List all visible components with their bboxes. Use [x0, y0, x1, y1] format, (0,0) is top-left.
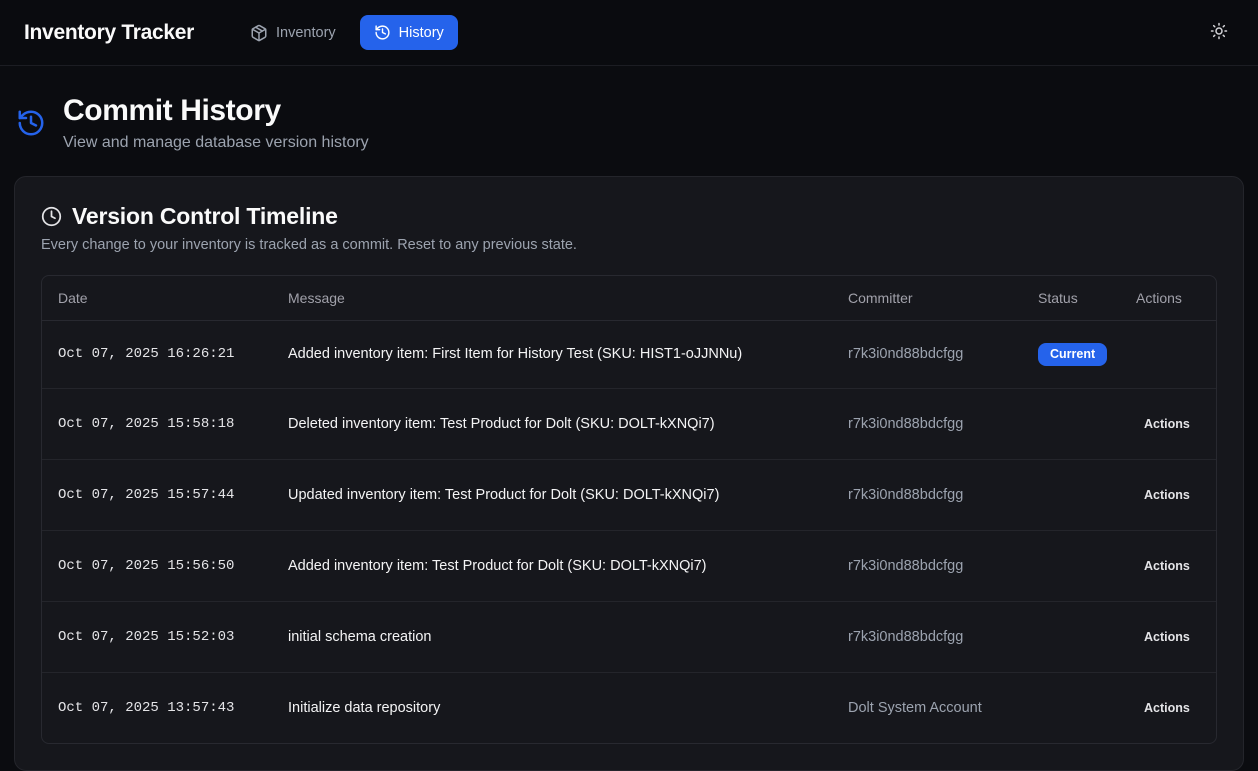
clock-icon [41, 206, 62, 227]
commit-table-body: Oct 07, 2025 16:26:21Added inventory ite… [42, 320, 1216, 743]
table-row: Oct 07, 2025 13:57:43Initialize data rep… [42, 672, 1216, 743]
commit-message: Deleted inventory item: Test Product for… [272, 388, 832, 459]
history-icon [16, 108, 46, 138]
column-header-committer: Committer [832, 276, 1022, 321]
actions-button[interactable]: Actions [1136, 411, 1198, 437]
commit-committer: r7k3i0nd88bdcfgg [832, 388, 1022, 459]
commit-actions-cell: Actions [1120, 672, 1216, 743]
commit-date: Oct 07, 2025 15:56:50 [42, 530, 272, 601]
actions-button[interactable]: Actions [1136, 553, 1198, 579]
page-title: Commit History [63, 94, 369, 129]
navbar: Inventory Tracker Inventory History [0, 0, 1258, 66]
page-header: Commit History View and manage database … [14, 66, 1244, 176]
actions-button[interactable]: Actions [1136, 482, 1198, 508]
app-title: Inventory Tracker [24, 21, 194, 45]
commit-date: Oct 07, 2025 15:52:03 [42, 601, 272, 672]
commit-date: Oct 07, 2025 15:57:44 [42, 459, 272, 530]
nav-item-inventory[interactable]: Inventory [236, 15, 350, 51]
commit-message: initial schema creation [272, 601, 832, 672]
commit-status-cell [1022, 672, 1120, 743]
column-header-date: Date [42, 276, 272, 321]
commit-date: Oct 07, 2025 13:57:43 [42, 672, 272, 743]
column-header-status: Status [1022, 276, 1120, 321]
commit-message: Updated inventory item: Test Product for… [272, 459, 832, 530]
commit-committer: r7k3i0nd88bdcfgg [832, 601, 1022, 672]
card-title-row: Version Control Timeline [41, 203, 1217, 230]
commit-status-cell [1022, 530, 1120, 601]
commit-table-container: Date Message Committer Status Actions Oc… [41, 275, 1217, 744]
card-title: Version Control Timeline [72, 203, 338, 230]
main-content: Commit History View and manage database … [0, 66, 1258, 771]
nav-item-inventory-label: Inventory [276, 25, 336, 41]
commit-committer: r7k3i0nd88bdcfgg [832, 530, 1022, 601]
page-subtitle: View and manage database version history [63, 134, 369, 152]
commit-date: Oct 07, 2025 16:26:21 [42, 320, 272, 388]
commit-message: Initialize data repository [272, 672, 832, 743]
commit-committer: r7k3i0nd88bdcfgg [832, 459, 1022, 530]
actions-button[interactable]: Actions [1136, 695, 1198, 721]
version-control-card: Version Control Timeline Every change to… [14, 176, 1244, 771]
column-header-message: Message [272, 276, 832, 321]
nav-item-history[interactable]: History [360, 15, 458, 50]
theme-toggle-button[interactable] [1204, 16, 1234, 49]
commit-message: Added inventory item: Test Product for D… [272, 530, 832, 601]
actions-button[interactable]: Actions [1136, 624, 1198, 650]
page-header-text: Commit History View and manage database … [63, 94, 369, 152]
card-subtitle: Every change to your inventory is tracke… [41, 237, 1217, 253]
nav-item-history-label: History [399, 25, 444, 41]
table-row: Oct 07, 2025 15:52:03initial schema crea… [42, 601, 1216, 672]
history-icon [374, 24, 391, 41]
status-badge: Current [1038, 343, 1107, 366]
table-row: Oct 07, 2025 16:26:21Added inventory ite… [42, 320, 1216, 388]
commit-status-cell [1022, 459, 1120, 530]
commit-actions-cell: Actions [1120, 388, 1216, 459]
table-row: Oct 07, 2025 15:57:44Updated inventory i… [42, 459, 1216, 530]
column-header-actions: Actions [1120, 276, 1216, 321]
commit-status-cell [1022, 601, 1120, 672]
commit-date: Oct 07, 2025 15:58:18 [42, 388, 272, 459]
commit-actions-cell [1120, 320, 1216, 388]
commit-actions-cell: Actions [1120, 459, 1216, 530]
table-row: Oct 07, 2025 15:58:18Deleted inventory i… [42, 388, 1216, 459]
table-header-row: Date Message Committer Status Actions [42, 276, 1216, 321]
commit-table: Date Message Committer Status Actions Oc… [42, 276, 1216, 743]
commit-status-cell: Current [1022, 320, 1120, 388]
commit-actions-cell: Actions [1120, 530, 1216, 601]
commit-committer: Dolt System Account [832, 672, 1022, 743]
main-nav: Inventory History [236, 15, 458, 51]
commit-status-cell [1022, 388, 1120, 459]
sun-icon [1210, 22, 1228, 43]
package-icon [250, 24, 268, 42]
commit-actions-cell: Actions [1120, 601, 1216, 672]
table-row: Oct 07, 2025 15:56:50Added inventory ite… [42, 530, 1216, 601]
commit-message: Added inventory item: First Item for His… [272, 320, 832, 388]
commit-committer: r7k3i0nd88bdcfgg [832, 320, 1022, 388]
